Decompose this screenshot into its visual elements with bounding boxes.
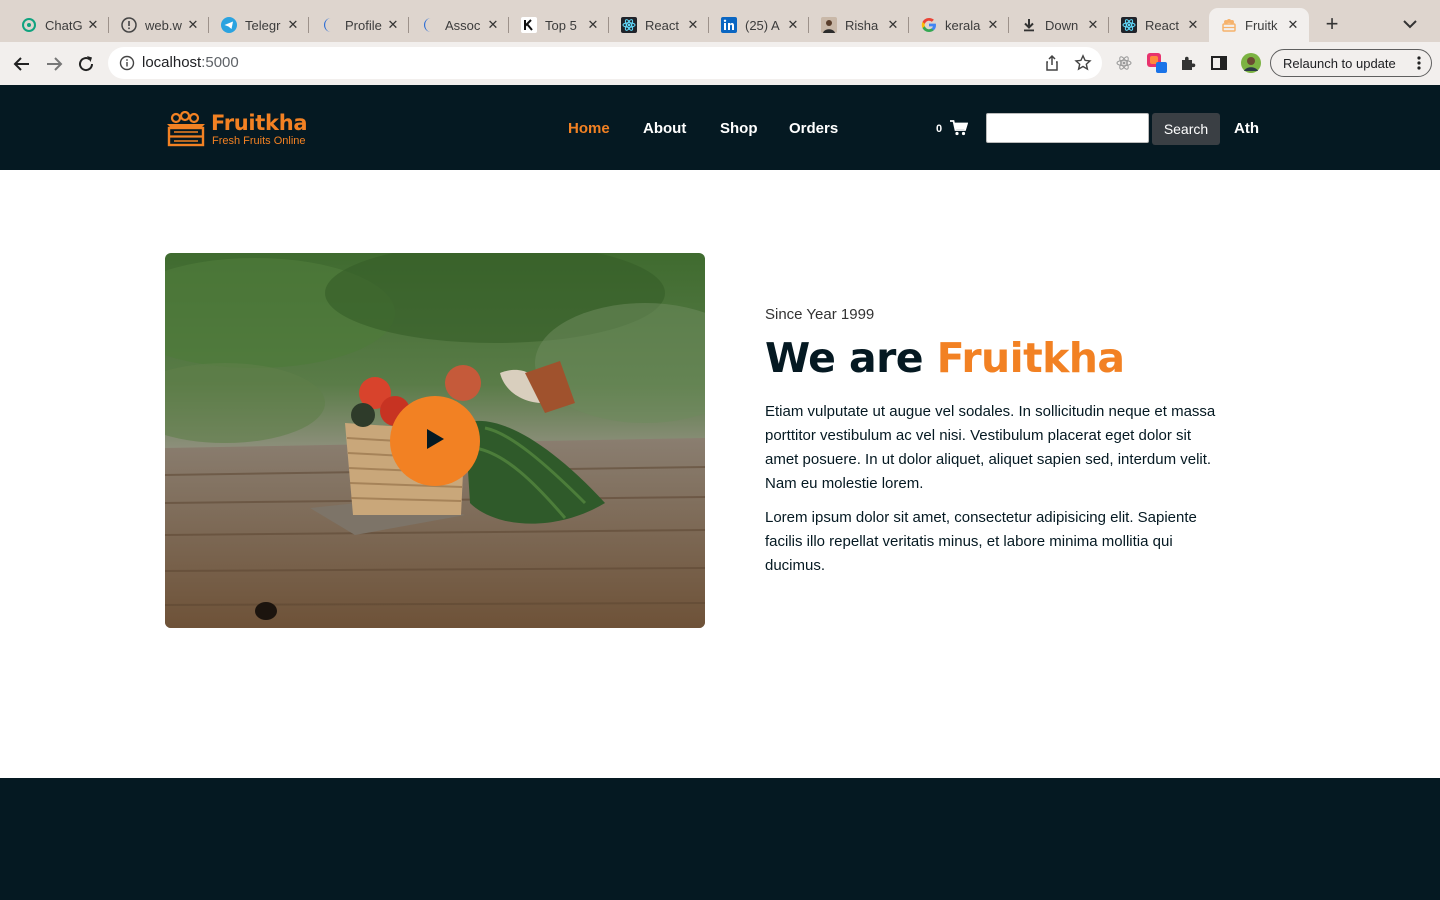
site-logo[interactable]: Fruitkha Fresh Fruits Online: [166, 110, 316, 149]
new-tab-plus-icon[interactable]: +: [1320, 13, 1344, 37]
warning-icon: [121, 17, 137, 33]
cart-count[interactable]: 0: [936, 123, 942, 135]
tab-label: Profile: [345, 17, 382, 33]
tab-close-icon[interactable]: ✕: [585, 17, 601, 33]
search-input[interactable]: [986, 113, 1149, 143]
url-host: localhost: [142, 54, 202, 71]
tab-label: Telegr: [245, 17, 281, 33]
tab-label: Fruitk: [1245, 17, 1278, 33]
browser-tab[interactable]: Telegr ✕: [209, 8, 309, 42]
shopping-cart-icon[interactable]: [950, 120, 969, 136]
browser-tab-strip: ChatG ✕ web.w ✕ Telegr ✕ Profile ✕ Assoc…: [0, 0, 1440, 42]
nav-shop[interactable]: Shop: [720, 120, 758, 137]
tab-label: Risha: [845, 17, 879, 33]
tab-close-icon[interactable]: ✕: [185, 17, 201, 33]
about-paragraph-1: Etiam vulputate ut augue vel sodales. In…: [765, 403, 1216, 492]
fruit-crate-logo-icon: [166, 110, 206, 147]
browser-tab[interactable]: Top 5 ✕: [509, 8, 609, 42]
nav-orders[interactable]: Orders: [789, 120, 838, 137]
tab-label: kerala: [945, 17, 981, 33]
site-info-icon[interactable]: [119, 55, 135, 71]
logo-name: Fruitkha: [211, 111, 308, 135]
browser-tab[interactable]: (25) A ✕: [709, 8, 809, 42]
share-icon[interactable]: [1044, 54, 1060, 72]
crescent-icon: [321, 17, 337, 33]
play-icon: [424, 427, 446, 456]
browser-tab[interactable]: Assoc ✕: [409, 8, 509, 42]
browser-tab-active[interactable]: Fruitk ✕: [1209, 8, 1309, 42]
nav-about[interactable]: About: [643, 120, 686, 137]
download-icon: [1021, 17, 1037, 33]
footer: [0, 778, 1440, 900]
telegram-icon: [221, 17, 237, 33]
browser-tab[interactable]: kerala ✕: [909, 8, 1009, 42]
since-year-label: Since Year 1999: [765, 306, 875, 323]
react-icon: [621, 17, 637, 33]
url-text: localhost:5000: [142, 54, 239, 71]
play-video-button[interactable]: [390, 396, 480, 486]
search-button[interactable]: Search: [1152, 113, 1220, 145]
headline-brand: Fruitkha: [936, 334, 1125, 382]
address-bar[interactable]: localhost:5000: [108, 47, 1102, 79]
browser-tab[interactable]: React ✕: [609, 8, 709, 42]
side-panel-icon[interactable]: [1208, 52, 1230, 74]
tab-close-icon[interactable]: ✕: [885, 17, 901, 33]
more-menu-icon[interactable]: [1417, 56, 1421, 70]
tab-close-icon[interactable]: ✕: [985, 17, 1001, 33]
browser-tab[interactable]: Risha ✕: [809, 8, 909, 42]
tab-close-icon[interactable]: ✕: [785, 17, 801, 33]
k-logo-icon: [521, 17, 537, 33]
tab-close-icon[interactable]: ✕: [685, 17, 701, 33]
relaunch-label: Relaunch to update: [1283, 55, 1396, 71]
forward-arrow-icon[interactable]: [42, 52, 66, 76]
chatgpt-icon: [21, 17, 37, 33]
tab-close-icon[interactable]: ✕: [385, 17, 401, 33]
tab-close-icon[interactable]: ✕: [1185, 17, 1201, 33]
url-port: :5000: [201, 54, 239, 71]
react-icon: [1121, 17, 1137, 33]
nav-home[interactable]: Home: [568, 120, 610, 137]
crescent-icon: [421, 17, 437, 33]
bookmark-star-icon[interactable]: [1074, 54, 1092, 72]
browser-toolbar: localhost:5000 Relaunch to update: [0, 42, 1440, 85]
reload-icon[interactable]: [74, 52, 98, 76]
headline-prefix: We are: [765, 334, 937, 382]
about-headline: We are Fruitkha: [765, 334, 1125, 382]
fruit-basket-icon: [1221, 17, 1237, 33]
tab-label: Assoc: [445, 17, 481, 33]
tab-label: Top 5: [545, 17, 577, 33]
relaunch-to-update-button[interactable]: Relaunch to update: [1270, 49, 1432, 77]
tab-search-chevron-down-icon[interactable]: [1400, 16, 1420, 32]
extensions-puzzle-icon[interactable]: [1177, 52, 1199, 74]
colorful-extension-icon[interactable]: [1146, 52, 1168, 74]
browser-tab[interactable]: React ✕: [1109, 8, 1209, 42]
profile-avatar[interactable]: [1240, 52, 1262, 74]
back-arrow-icon[interactable]: [10, 52, 34, 76]
tab-close-icon[interactable]: ✕: [285, 17, 301, 33]
site-header: Fruitkha Fresh Fruits Online Home About …: [0, 85, 1440, 170]
google-icon: [921, 17, 937, 33]
tab-label: ChatG: [45, 17, 83, 33]
tab-close-icon[interactable]: ✕: [85, 17, 101, 33]
browser-tab[interactable]: Profile ✕: [309, 8, 409, 42]
logo-tagline: Fresh Fruits Online: [212, 135, 306, 147]
linkedin-icon: [721, 17, 737, 33]
tab-label: React: [645, 17, 679, 33]
tab-label: React: [1145, 17, 1179, 33]
browser-tab[interactable]: web.w ✕: [109, 8, 209, 42]
tab-close-icon[interactable]: ✕: [1085, 17, 1101, 33]
tab-close-icon[interactable]: ✕: [485, 17, 501, 33]
tab-close-icon[interactable]: ✕: [1285, 17, 1301, 33]
tab-label: Down: [1045, 17, 1079, 33]
tab-label: web.w: [145, 17, 182, 33]
browser-tab[interactable]: ChatG ✕: [9, 8, 109, 42]
about-paragraph-2: Lorem ipsum dolor sit amet, consectetur …: [765, 509, 1197, 574]
tab-label: (25) A: [745, 17, 780, 33]
browser-tab[interactable]: Down ✕: [1009, 8, 1109, 42]
user-name[interactable]: Ath: [1234, 120, 1259, 137]
person-avatar-icon: [821, 17, 837, 33]
react-devtools-extension-icon[interactable]: [1113, 52, 1135, 74]
